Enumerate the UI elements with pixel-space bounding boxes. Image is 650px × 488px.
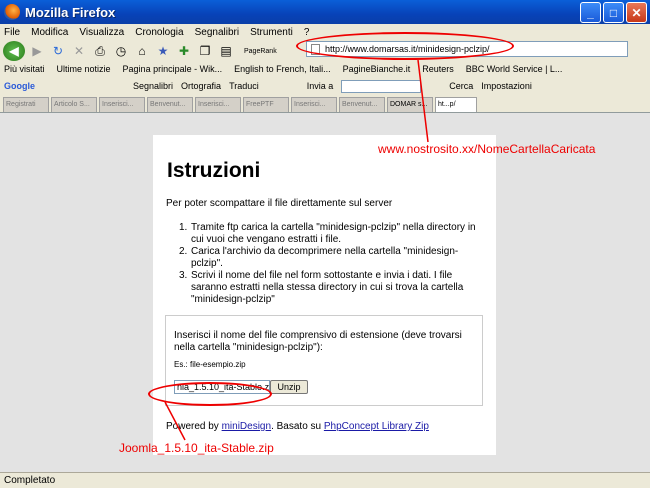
- status-text: Completato: [4, 475, 56, 486]
- filename-annotation: Joomla_1.5.10_ita-Stable.zip: [119, 441, 274, 455]
- url-annotation: www.nostrosito.xx/NomeCartellaCaricata: [378, 142, 596, 156]
- input-highlight-ellipse: [148, 382, 272, 406]
- status-bar: Completato: [0, 472, 650, 488]
- annotation-arrows: [164, 59, 429, 441]
